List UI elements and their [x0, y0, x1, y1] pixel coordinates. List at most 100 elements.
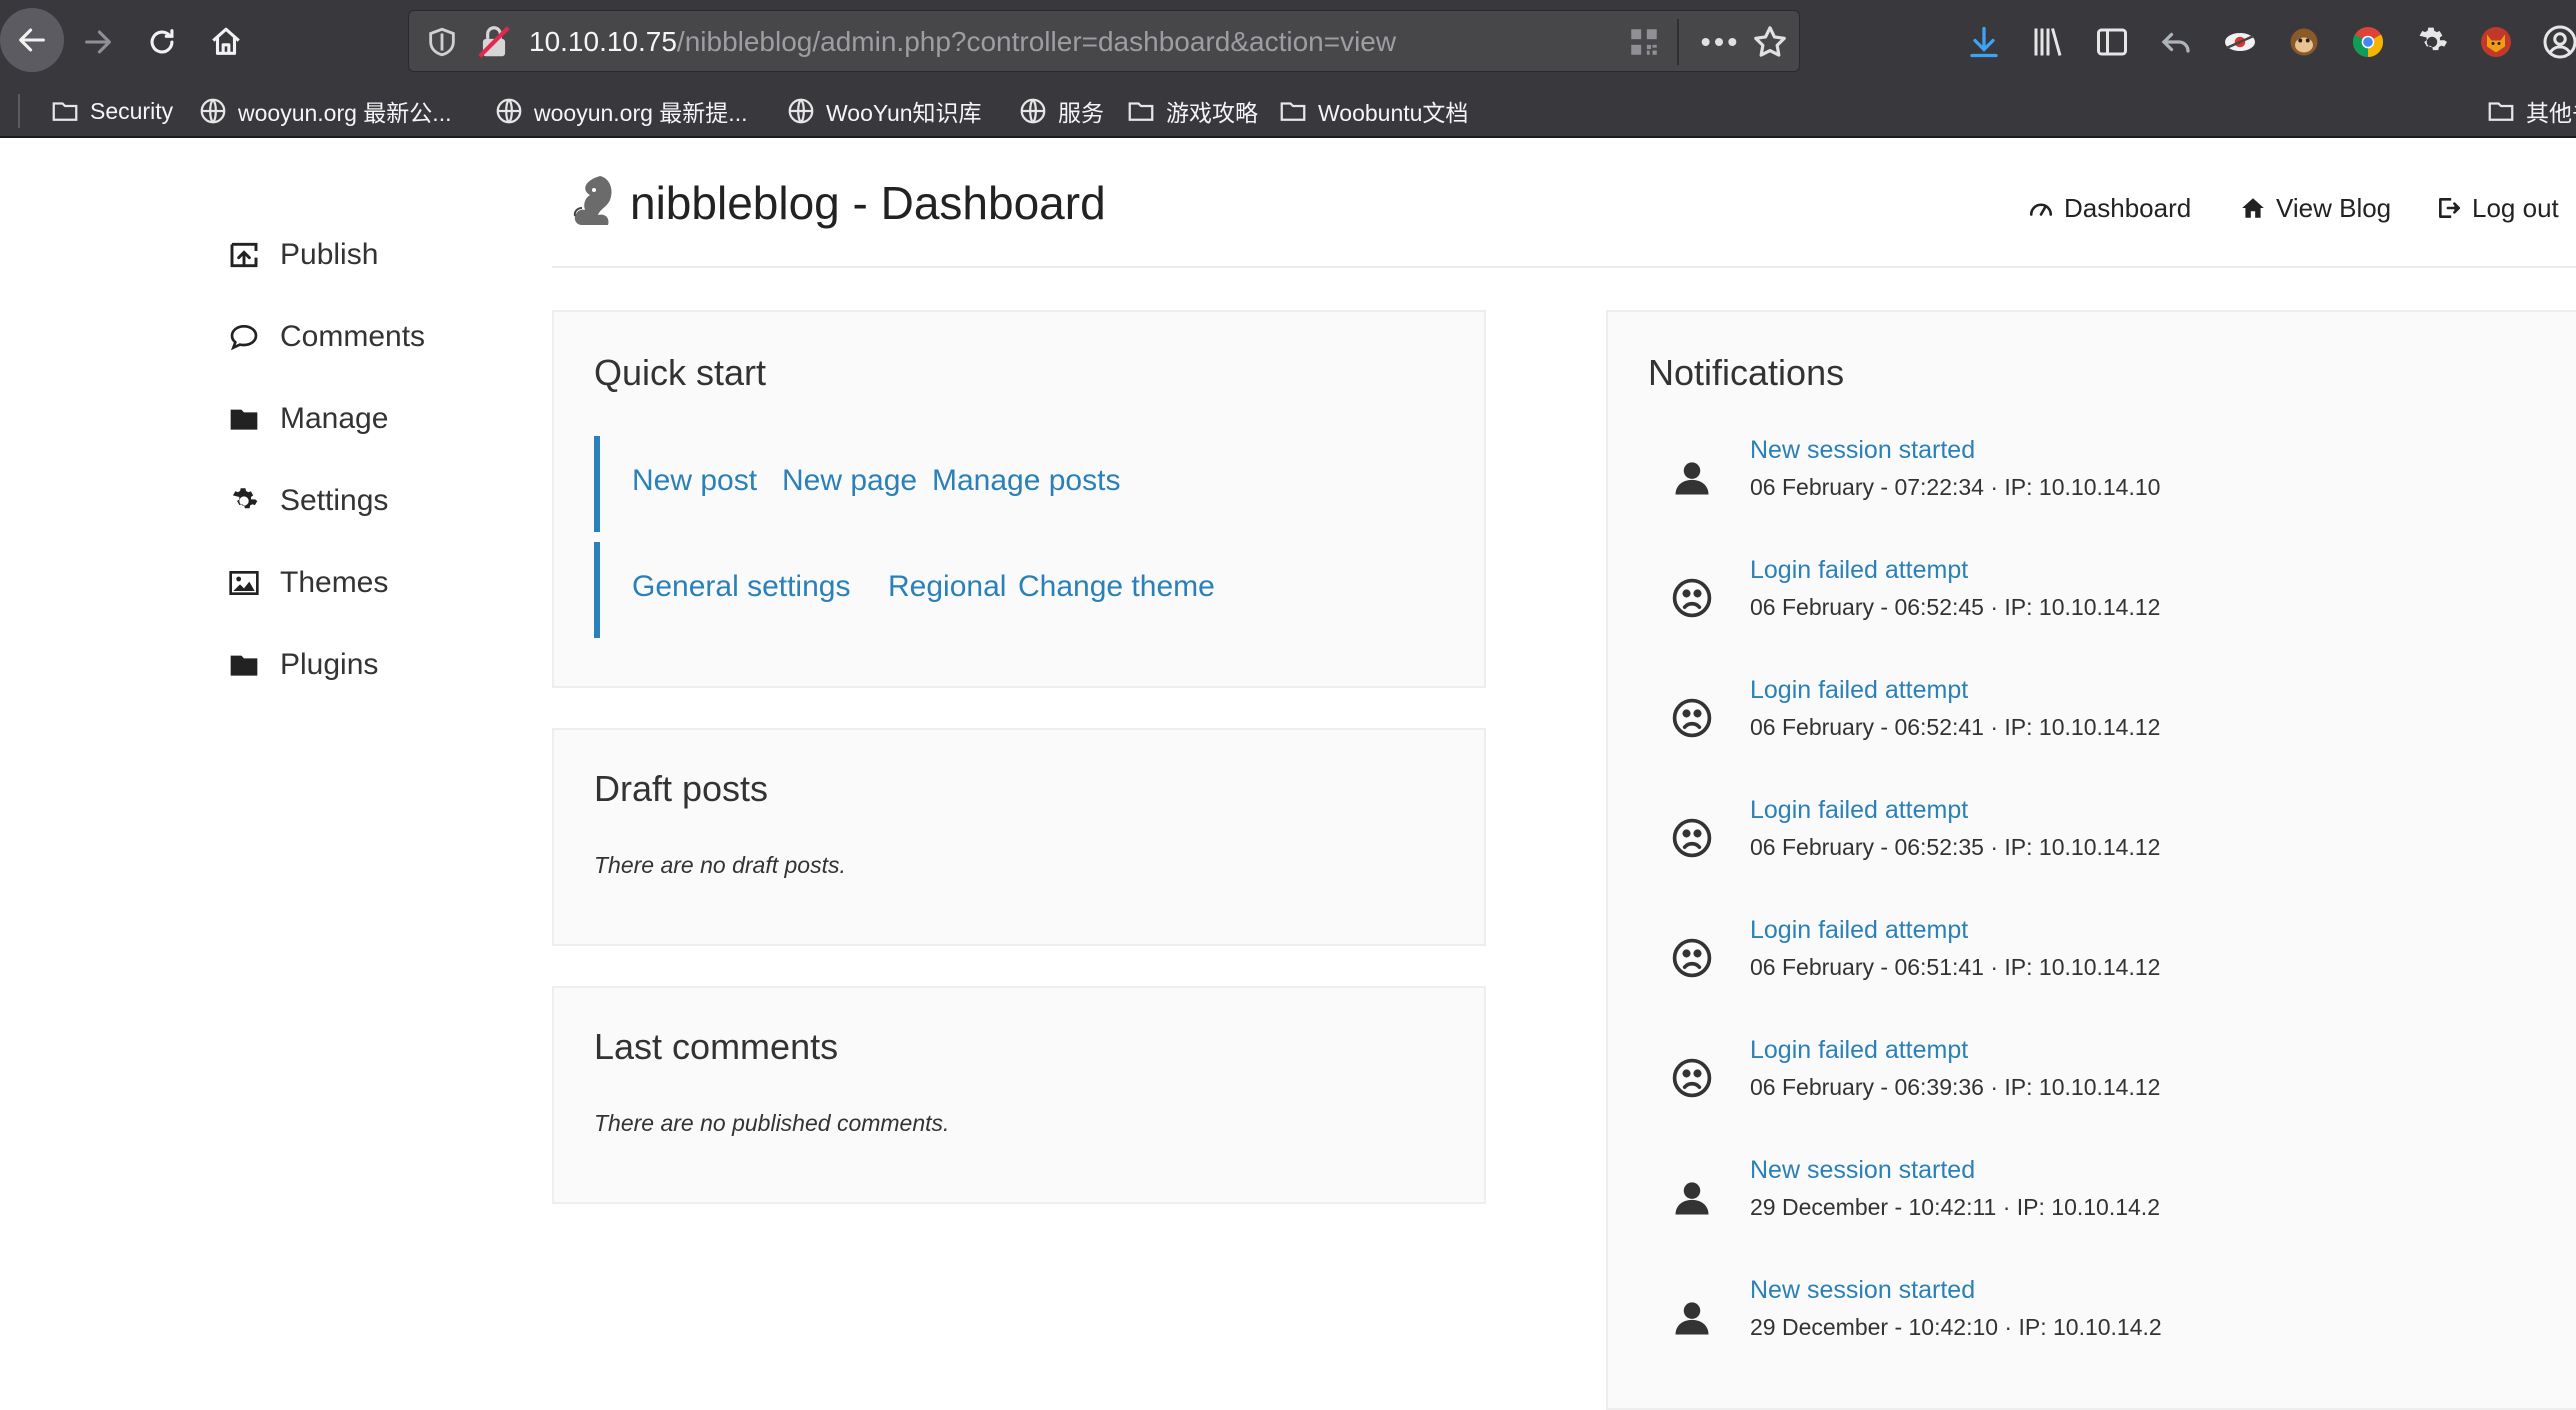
user-icon — [1675, 1302, 1709, 1335]
notification-title-link[interactable]: New session started — [1750, 1276, 1975, 1305]
notification-title-link[interactable]: New session started — [1750, 1156, 1975, 1185]
bookmark-wooyun-kb[interactable]: WooYun知识库 — [786, 84, 982, 138]
bookmark-other[interactable]: 其他书 — [2486, 84, 2576, 138]
image-icon — [229, 571, 259, 595]
notification-meta: 29 December - 10:42:10 · IP: 10.10.14.2 — [1750, 1314, 2162, 1340]
notification-meta: 06 February - 06:51:41 · IP: 10.10.14.12 — [1750, 954, 2161, 980]
change-theme-link[interactable]: Change theme — [1018, 570, 1215, 604]
download-icon — [1970, 26, 1998, 58]
bookmark-services[interactable]: 服务 — [1018, 84, 1104, 138]
bookmark-woobuntu-docs[interactable]: Woobuntu文档 — [1278, 84, 1468, 138]
forward-button[interactable] — [66, 10, 130, 74]
last-comments-title: Last comments — [594, 1026, 839, 1067]
home-button[interactable] — [194, 10, 258, 74]
notification-title-link[interactable]: Login failed attempt — [1750, 796, 1968, 825]
globe-icon — [496, 98, 522, 124]
dashboard-link[interactable]: Dashboard — [2028, 188, 2191, 228]
page-content: Publish Comments Manage Settings Themes … — [0, 140, 2576, 1410]
extension-gear-button[interactable] — [2410, 20, 2454, 64]
new-post-link[interactable]: New post — [632, 464, 757, 498]
downloads-button[interactable] — [1962, 20, 2006, 64]
back-button[interactable] — [0, 8, 64, 72]
notification-item: Login failed attempt 06 February - 06:52… — [1608, 796, 2208, 896]
extension-monkey-button[interactable] — [2282, 20, 2326, 64]
sidebar-item-plugins[interactable]: Plugins — [228, 640, 488, 690]
reload-button[interactable] — [130, 10, 194, 74]
url-path: /nibbleblog/admin.php?controller=dashboa… — [676, 26, 1397, 57]
sidebar-item-label: Publish — [280, 238, 379, 271]
monkey-extension-icon — [2290, 28, 2318, 56]
insecure-lock-icon[interactable] — [475, 23, 513, 61]
sidebar-item-label: Comments — [280, 320, 426, 353]
last-comments-card: Last comments There are no published com… — [552, 986, 1486, 1204]
account-button[interactable] — [2538, 20, 2576, 64]
notification-title-link[interactable]: Login failed attempt — [1750, 1036, 1968, 1065]
new-page-link[interactable]: New page — [782, 464, 917, 498]
quick-start-title: Quick start — [594, 352, 767, 393]
undo-button[interactable] — [2154, 20, 2198, 64]
bookmark-label: 服务 — [1058, 100, 1104, 126]
draft-posts-card: Draft posts There are no draft posts. — [552, 728, 1486, 946]
quick-start-content-group: New post New page Manage posts — [594, 436, 1444, 532]
nibbleblog-logo-icon — [573, 176, 612, 225]
extension-fox-button[interactable] — [2474, 20, 2518, 64]
globe-icon — [200, 98, 226, 124]
arrow-left-icon — [19, 28, 45, 52]
gear-icon — [232, 488, 258, 509]
more-actions-icon[interactable] — [1699, 25, 1739, 59]
globe-icon — [1020, 98, 1046, 124]
tracking-shield-icon[interactable] — [425, 25, 459, 59]
sidebar-item-comments[interactable]: Comments — [228, 312, 488, 362]
bookmark-label: WooYun知识库 — [826, 100, 982, 126]
bookmark-wooyun-2[interactable]: wooyun.org 最新提... — [494, 84, 747, 138]
notifications-card: Notifications New session started 06 Feb… — [1606, 310, 2576, 1410]
library-button[interactable] — [2026, 20, 2070, 64]
notification-item: New session started 29 December - 10:42:… — [1608, 1276, 2208, 1376]
bookmark-star-icon[interactable] — [1751, 23, 1789, 61]
manage-posts-link[interactable]: Manage posts — [932, 464, 1120, 498]
bookmark-wooyun-1[interactable]: wooyun.org 最新公... — [198, 84, 451, 138]
library-icon — [2034, 28, 2062, 56]
sidebar-item-manage[interactable]: Manage — [228, 394, 488, 444]
home-icon — [212, 27, 240, 55]
sad-face-icon — [1672, 818, 1712, 858]
bookmark-label: Security — [90, 97, 174, 124]
logout-link[interactable]: Log out — [2436, 188, 2559, 228]
sad-face-icon — [1672, 578, 1712, 618]
notification-item: New session started 06 February - 07:22:… — [1608, 436, 2208, 536]
bookmark-security[interactable]: Security — [50, 84, 173, 138]
bookmark-game-guides[interactable]: 游戏攻略 — [1126, 84, 1258, 138]
quick-start-card: Quick start New post New page Manage pos… — [552, 310, 1486, 688]
qr-code-icon[interactable] — [1627, 25, 1661, 59]
logout-link-label: Log out — [2472, 192, 2559, 223]
notification-title-link[interactable]: Login failed attempt — [1750, 916, 1968, 945]
bookmarks-separator — [18, 94, 20, 128]
sidebar-item-label: Themes — [280, 566, 389, 599]
sidebar-item-themes[interactable]: Themes — [228, 558, 488, 608]
sidebar-item-settings[interactable]: Settings — [228, 476, 488, 526]
eye-extension-icon — [2225, 33, 2255, 51]
url-text[interactable]: 10.10.10.75/nibbleblog/admin.php?control… — [529, 11, 1396, 73]
notification-title-link[interactable]: Login failed attempt — [1750, 556, 1968, 585]
sidebar-icon — [2097, 28, 2127, 56]
notification-title-link[interactable]: Login failed attempt — [1750, 676, 1968, 705]
regional-link[interactable]: Regional — [888, 570, 1006, 604]
extension-chrome-button[interactable] — [2346, 20, 2390, 64]
bookmark-label: 其他书 — [2526, 100, 2576, 126]
bookmark-label: wooyun.org 最新公... — [238, 100, 452, 126]
sad-face-icon — [1672, 1058, 1712, 1098]
extension-eye-button[interactable] — [2218, 20, 2262, 64]
view-blog-link[interactable]: View Blog — [2240, 188, 2391, 228]
sidebar-toggle-button[interactable] — [2090, 20, 2134, 64]
dashboard-link-label: Dashboard — [2064, 192, 2192, 223]
undo-arrow-icon — [2161, 32, 2190, 53]
last-comments-empty-text: There are no published comments. — [594, 1110, 950, 1136]
sidebar-item-publish[interactable]: Publish — [228, 230, 488, 280]
quick-start-settings-group: General settings Regional Change theme — [594, 542, 1444, 638]
notification-item: Login failed attempt 06 February - 06:39… — [1608, 1036, 2208, 1136]
general-settings-link[interactable]: General settings — [632, 570, 850, 604]
address-bar[interactable]: 10.10.10.75/nibbleblog/admin.php?control… — [408, 10, 1800, 72]
notification-title-link[interactable]: New session started — [1750, 436, 1975, 465]
arrow-right-icon — [85, 30, 111, 54]
folder-icon — [2488, 102, 2514, 121]
